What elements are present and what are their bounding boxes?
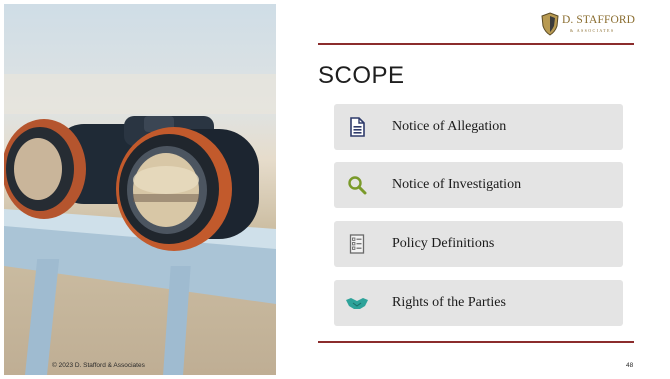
top-divider (318, 43, 634, 45)
list-item-notice-of-allegation[interactable]: Notice of Allegation (334, 104, 623, 150)
list-item-label: Notice of Allegation (392, 119, 507, 134)
list-item-label: Policy Definitions (392, 236, 495, 251)
list-item-policy-definitions[interactable]: Policy Definitions (334, 221, 623, 267)
binoculars-photo: © 2023 D. Stafford & Associates (4, 4, 276, 375)
logo-subtitle: & ASSOCIATES (570, 28, 615, 33)
company-logo: D. STAFFORD & ASSOCIATES (540, 10, 636, 40)
slide-title: SCOPE (318, 62, 405, 89)
slide: © 2023 D. Stafford & Associates D. STAFF… (4, 4, 666, 375)
magnifier-icon (342, 170, 372, 200)
bottom-divider (318, 341, 634, 343)
list-item-label: Rights of the Parties (392, 295, 506, 310)
handshake-icon (342, 288, 372, 318)
list-item-rights-of-the-parties[interactable]: Rights of the Parties (334, 280, 623, 326)
page-number: 48 (626, 362, 634, 369)
document-icon (342, 112, 372, 142)
shield-logo-icon (541, 12, 559, 36)
copyright-text: © 2023 D. Stafford & Associates (52, 362, 145, 369)
binoculars-illustration (4, 74, 276, 375)
logo-name: D. STAFFORD (562, 14, 636, 26)
checklist-icon (342, 229, 372, 259)
list-item-label: Notice of Investigation (392, 177, 522, 192)
list-item-notice-of-investigation[interactable]: Notice of Investigation (334, 162, 623, 208)
